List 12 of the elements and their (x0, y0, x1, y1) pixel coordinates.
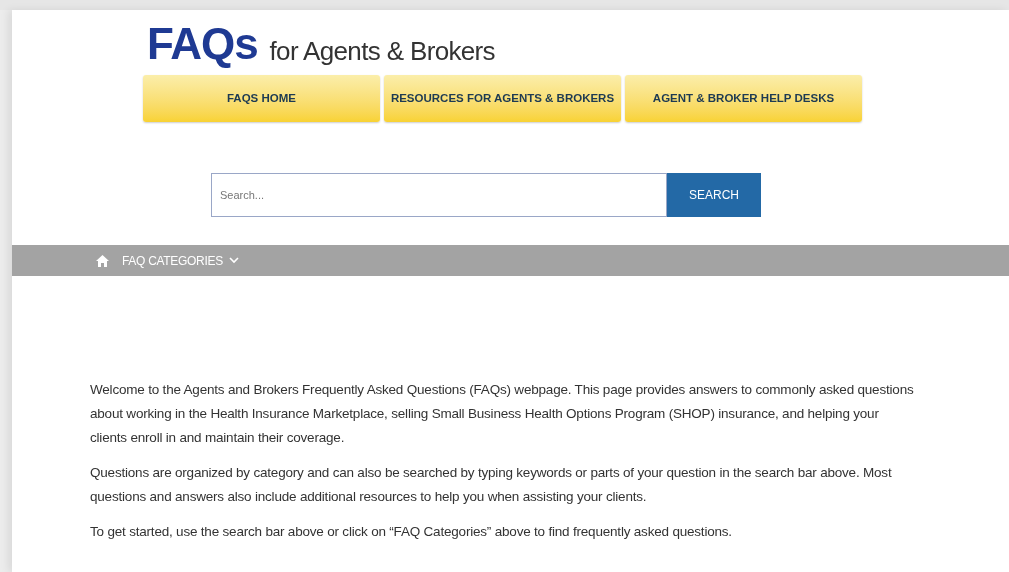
search-field[interactable]: Search... (211, 173, 667, 217)
logo-tagline: for Agents & Brokers (269, 35, 495, 68)
intro-paragraph: To get started, use the search bar above or click on “FAQ Categories” above to find frequently asked questions. (90, 523, 733, 541)
search-button[interactable]: SEARCH (667, 173, 761, 217)
intro-paragraph: Welcome to the Agents and Brokers Frequently Asked Questions (FAQs) webpage. This page provides answers to commonly asked questions about working in the Health Insurance Marketplace, selling Small Business Health Options Program (SHOP) insurance, and helping your clients enroll in and maintain their coverage. (90, 381, 915, 447)
chevron-down-icon (228, 257, 239, 264)
nav-button[interactable]: RESOURCES FOR AGENTS & BROKERS (384, 75, 621, 122)
logo-wordmark: FAQs (147, 20, 258, 68)
nav-button[interactable]: AGENT & BROKER HELP DESKS (625, 75, 862, 122)
nav-button[interactable]: FAQS HOME (143, 75, 380, 122)
intro-paragraph: Questions are organized by category and can also be searched by typing keywords or parts of your question in the search bar above. Most questions and answers also include additional resources to help you when assisting your clients. (90, 464, 893, 506)
home-icon[interactable] (96, 254, 109, 267)
